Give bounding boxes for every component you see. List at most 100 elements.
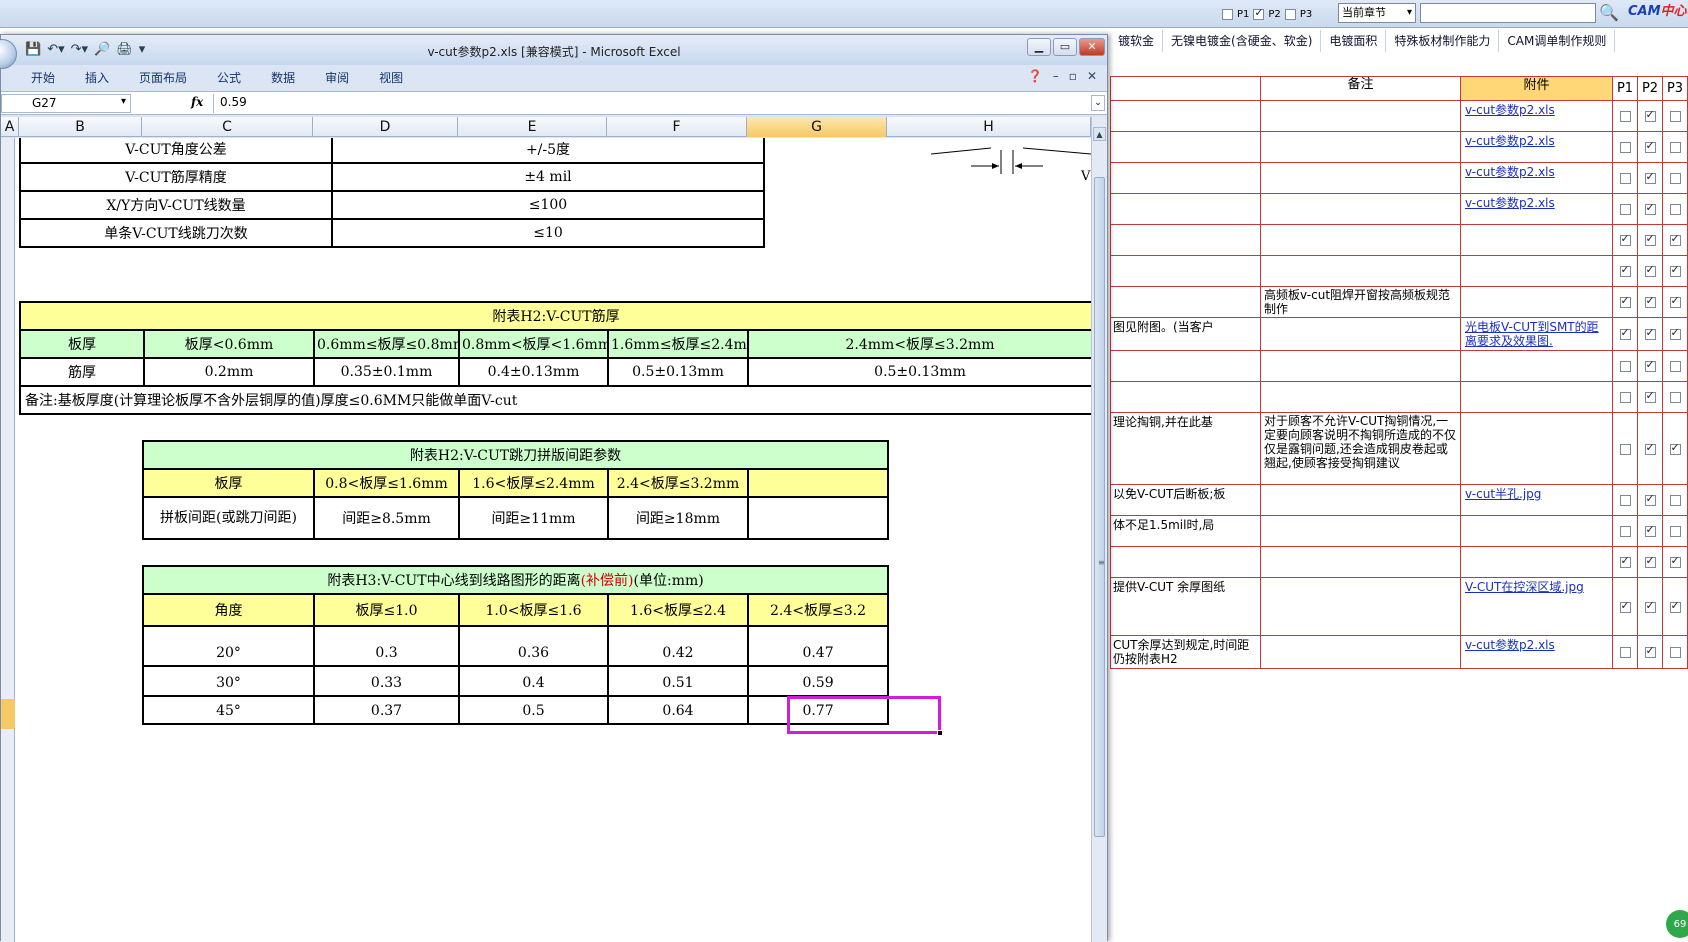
header-cell[interactable]: 板厚<0.6mm: [143, 329, 315, 359]
column-header-f[interactable]: F: [607, 117, 747, 137]
p3-checkbox[interactable]: [1669, 294, 1681, 308]
p1-checkbox[interactable]: [1619, 495, 1631, 506]
p3-checkbox[interactable]: [1669, 232, 1681, 246]
attachment-link[interactable]: v-cut半孔.jpg: [1465, 487, 1541, 501]
data-cell[interactable]: 拼板间距(或跳刀间距): [142, 496, 315, 540]
attachment-link[interactable]: v-cut参数p2.xls: [1465, 134, 1555, 148]
p1-checkbox[interactable]: [1619, 232, 1631, 246]
tab-3[interactable]: 公式: [202, 65, 256, 89]
data-cell[interactable]: 0.42: [607, 625, 749, 667]
data-cell[interactable]: 45°: [142, 695, 315, 725]
empty-cell[interactable]: [764, 138, 795, 163]
p1-checkbox[interactable]: [1619, 326, 1631, 340]
p3-checkbox[interactable]: [1669, 326, 1681, 340]
header-cell[interactable]: 1.6<板厚≤2.4: [607, 593, 749, 627]
p2-checkbox[interactable]: [1644, 263, 1656, 277]
p1-checkbox[interactable]: [1619, 443, 1631, 455]
minimize-button[interactable]: ▁: [1027, 38, 1051, 56]
column-header-d[interactable]: D: [313, 117, 458, 137]
p3-checkbox[interactable]: [1669, 495, 1681, 506]
search-icon[interactable]: 🔍: [1598, 2, 1620, 24]
data-cell[interactable]: 0.5±0.13mm: [746, 357, 1091, 387]
p3-checkbox[interactable]: [1669, 441, 1681, 455]
tab-2[interactable]: 页面布局: [124, 65, 202, 89]
header-cell[interactable]: 板厚: [142, 468, 315, 498]
data-cell[interactable]: 间距≥11mm: [458, 496, 609, 540]
param-value-cell[interactable]: +/-5度: [331, 138, 765, 164]
chapter-select[interactable]: 当前章节: [1338, 3, 1416, 23]
p2-checkbox[interactable]: [1644, 492, 1656, 506]
header-cell[interactable]: 1.6<板厚≤2.4mm: [458, 468, 609, 498]
p1-checkbox[interactable]: [1619, 526, 1631, 537]
header-cell[interactable]: 0.6mm≤板厚≤0.8mm: [313, 329, 460, 359]
scroll-thumb[interactable]: ≡: [1094, 177, 1105, 837]
header-cell[interactable]: 板厚: [19, 329, 145, 359]
p1-checkbox[interactable]: [1619, 599, 1631, 613]
nav-link[interactable]: CAM调单制作规则: [1499, 30, 1616, 52]
p1-checkbox[interactable]: [1619, 173, 1631, 184]
header-cell[interactable]: 2.4mm<板厚≤3.2mm: [746, 329, 1091, 359]
param-value-cell[interactable]: ≤100: [331, 190, 765, 220]
p2-checkbox[interactable]: [1644, 441, 1656, 455]
help-icon[interactable]: ❓: [1028, 69, 1043, 83]
header-cell[interactable]: 0.8<板厚≤1.6mm: [313, 468, 460, 498]
p1-checkbox[interactable]: [1619, 263, 1631, 277]
column-header-a[interactable]: A: [1, 117, 19, 137]
p1-checkbox[interactable]: [1619, 294, 1631, 308]
data-cell[interactable]: 0.77: [746, 695, 890, 725]
attachment-link[interactable]: v-cut参数p2.xls: [1465, 165, 1555, 179]
p2-checkbox[interactable]: [1644, 201, 1656, 215]
header-cell[interactable]: 1.6mm≤板厚≤2.4mm: [607, 329, 749, 359]
param-name-cell[interactable]: X/Y方向V-CUT线数量: [19, 190, 333, 220]
empty-cell[interactable]: [764, 191, 795, 219]
p2-checkbox[interactable]: [1644, 358, 1656, 372]
tab-1[interactable]: 插入: [70, 65, 124, 89]
p3-checkbox[interactable]: [1669, 361, 1681, 372]
p1-checkbox[interactable]: [1619, 142, 1631, 153]
header-cell[interactable]: 角度: [142, 593, 315, 627]
p3-checkbox[interactable]: [1669, 647, 1681, 658]
p2-checkbox[interactable]: [1644, 389, 1656, 403]
column-header-b[interactable]: B: [19, 117, 142, 137]
maximize-button[interactable]: ▭: [1053, 38, 1077, 56]
search-input[interactable]: [1420, 3, 1596, 23]
param-value-cell[interactable]: ≤10: [331, 218, 765, 248]
attachment-link[interactable]: v-cut参数p2.xls: [1465, 103, 1555, 117]
nav-link[interactable]: 镀软金: [1110, 30, 1164, 52]
p2-checkbox[interactable]: [1644, 139, 1656, 153]
attachment-link[interactable]: v-cut参数p2.xls: [1465, 196, 1555, 210]
nav-link[interactable]: 无镍电镀金(含硬金、软金): [1163, 30, 1322, 52]
empty-cell[interactable]: [764, 163, 795, 191]
selected-cell[interactable]: 0.59: [746, 665, 890, 697]
tab-6[interactable]: 视图: [364, 65, 418, 89]
p2-checkbox[interactable]: [1644, 232, 1656, 246]
insert-function-icon[interactable]: fx: [191, 95, 203, 109]
p3-checkbox[interactable]: [1669, 204, 1681, 215]
data-cell[interactable]: 30°: [142, 665, 315, 697]
nav-link[interactable]: 电镀面积: [1321, 30, 1387, 52]
p3-checkbox[interactable]: [1669, 526, 1681, 537]
attachment-link[interactable]: 光电板V-CUT到SMT的距离要求及效果图.: [1465, 320, 1599, 348]
column-header-h[interactable]: H: [887, 117, 1091, 137]
data-cell[interactable]: 0.35±0.1mm: [313, 357, 460, 387]
formula-input[interactable]: 0.59: [213, 94, 1083, 113]
header-cell[interactable]: 2.4<板厚≤3.2mm: [607, 468, 749, 498]
param-name-cell[interactable]: V-CUT筋厚精度: [19, 162, 333, 192]
name-box[interactable]: G27: [1, 94, 131, 113]
p1-checkbox[interactable]: [1619, 361, 1631, 372]
p3-checkbox[interactable]: [1669, 111, 1681, 122]
p3-checkbox[interactable]: [1669, 599, 1681, 613]
table-title[interactable]: 附表H2:V-CUT筋厚: [18, 301, 1091, 331]
data-cell[interactable]: 0.2mm: [143, 357, 315, 387]
close-button[interactable]: ✕: [1079, 38, 1105, 56]
p3-checkbox[interactable]: [1669, 263, 1681, 277]
p3-checkbox[interactable]: [1669, 392, 1681, 403]
table-title[interactable]: 附表H2:V-CUT跳刀拼版间距参数: [141, 440, 890, 470]
p3-checkbox[interactable]: [1669, 142, 1681, 153]
tab-4[interactable]: 数据: [256, 65, 310, 89]
data-cell[interactable]: 20°: [142, 625, 315, 667]
header-cell[interactable]: 板厚≤1.0: [313, 593, 460, 627]
header-cell[interactable]: 1.0<板厚≤1.6: [458, 593, 609, 627]
scroll-up-icon[interactable]: ▲: [1093, 127, 1106, 141]
data-cell[interactable]: 间距≥8.5mm: [313, 496, 460, 540]
